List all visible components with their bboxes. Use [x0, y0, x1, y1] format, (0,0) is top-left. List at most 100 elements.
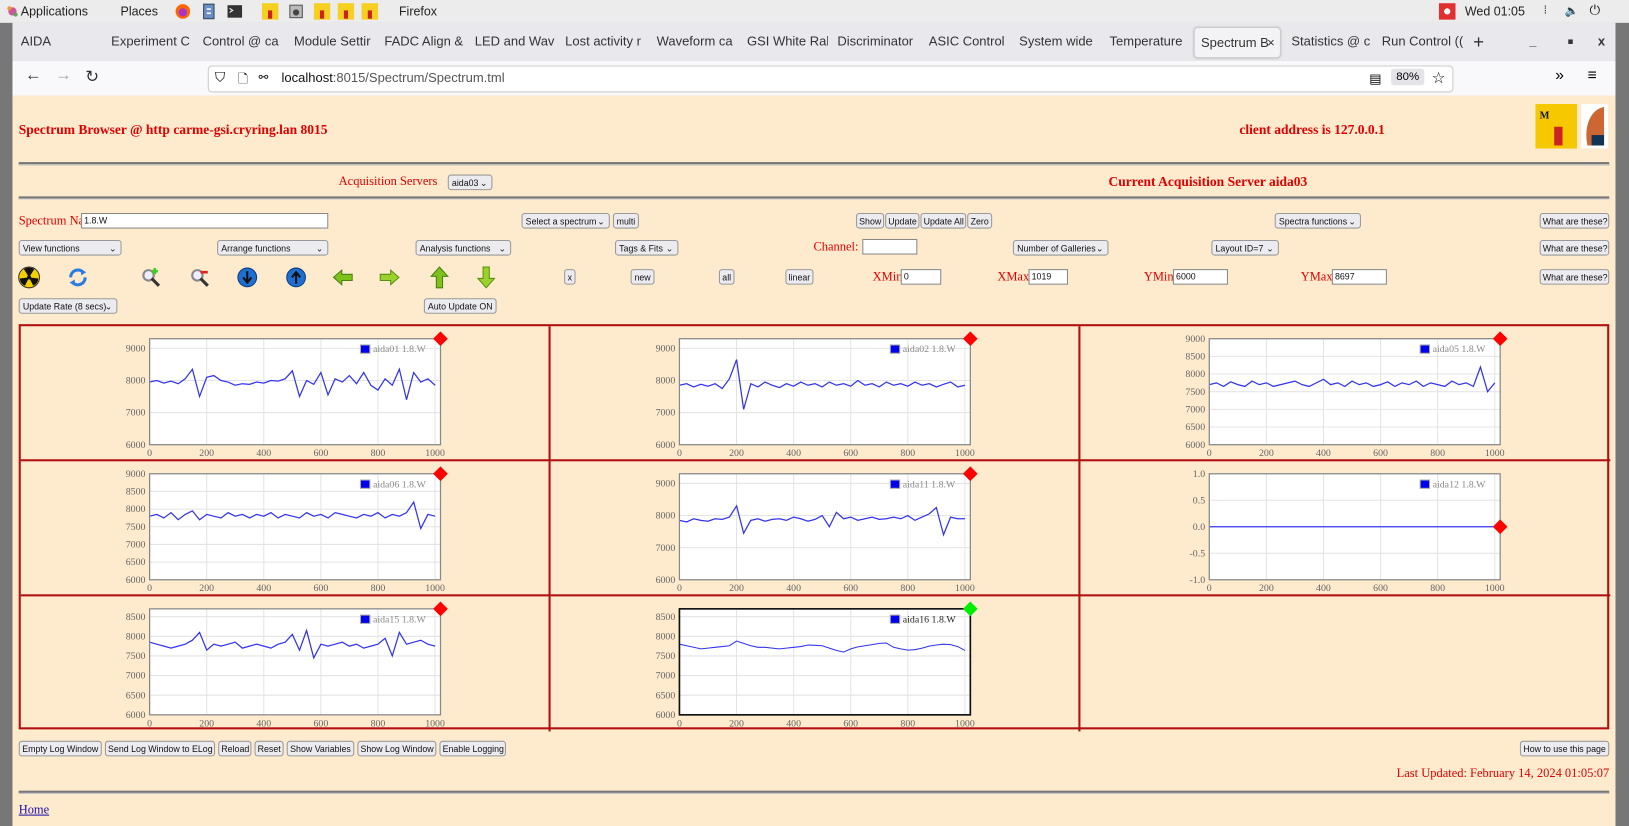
file-manager-icon[interactable] — [201, 3, 218, 20]
spectrum-cell[interactable]: 0 200 400 600 800 1000 6000 6500 7000 7500 8000 850… — [551, 596, 1081, 732]
show-button[interactable]: Show — [856, 212, 885, 229]
midas-launcher-icon[interactable] — [337, 3, 355, 20]
url-text[interactable]: localhost:8015/Spectrum/Spectrum.tml — [282, 71, 505, 86]
what-are-these-button[interactable]: What are these? — [1539, 240, 1610, 256]
zoom-in-icon[interactable] — [139, 266, 162, 289]
scroll-down-icon[interactable] — [236, 266, 259, 289]
back-icon[interactable]: ← — [25, 66, 42, 85]
spectrum-cell[interactable] — [1080, 596, 1610, 731]
midas-launcher-icon[interactable] — [361, 3, 379, 20]
maximize-icon[interactable]: ■ — [1568, 23, 1574, 60]
arrow-right-icon[interactable] — [378, 266, 401, 289]
enable-logging-button[interactable]: Enable Logging — [439, 740, 506, 757]
arrow-left-icon[interactable] — [331, 266, 354, 289]
analysis-functions-dropdown[interactable]: Analysis functions ⌄ — [415, 240, 512, 256]
tab[interactable]: GSI White Ral — [747, 23, 828, 60]
what-are-these-button[interactable]: What are these? — [1539, 212, 1610, 229]
spectrum-name-input[interactable]: 1.8.W — [81, 212, 329, 229]
menu-icon[interactable]: ≡ — [1587, 66, 1596, 84]
close-window-icon[interactable]: x — [1598, 23, 1605, 60]
linear-button[interactable]: linear — [785, 269, 814, 285]
notification-icon[interactable] — [1438, 3, 1456, 20]
terminal-icon[interactable] — [226, 3, 243, 20]
firefox-icon[interactable] — [175, 3, 192, 20]
xmin-input[interactable]: 0 — [900, 269, 942, 285]
page-icon[interactable]: 🗋 — [238, 70, 248, 92]
arrow-up-icon[interactable] — [428, 266, 451, 289]
update-button[interactable]: Update — [885, 212, 920, 229]
show-log-window-button[interactable]: Show Log Window — [357, 740, 437, 757]
update-rate-dropdown[interactable]: Update Rate (8 secs) ⌄ — [18, 298, 118, 314]
select-spectrum-dropdown[interactable]: Select a spectrum ⌄ — [521, 212, 610, 229]
volume-icon[interactable]: 🔈 — [1565, 4, 1579, 17]
tab[interactable]: Statistics @ c — [1291, 23, 1372, 60]
clock[interactable]: Wed 01:05 — [1465, 4, 1525, 19]
url-bar[interactable]: ⛉ 🗋 ⚯ localhost:8015/Spectrum/Spectrum.t… — [207, 65, 1454, 93]
what-are-these-button[interactable]: What are these? — [1539, 269, 1610, 285]
arrow-down-icon[interactable] — [475, 266, 498, 289]
places-menu[interactable]: Places — [121, 4, 158, 19]
spectrum-cell[interactable]: 0 200 400 600 800 1000 6000 6500 7000 7500 8000 850… — [21, 596, 551, 732]
forward-icon[interactable]: → — [55, 66, 72, 85]
spectra-functions-dropdown[interactable]: Spectra functions ⌄ — [1274, 212, 1361, 229]
zero-button[interactable]: Zero — [967, 212, 993, 229]
spectrum-cell[interactable]: 0 200 400 600 800 1000 6000 7000 8000 9000 aida02 … — [550, 326, 1081, 462]
zoom-out-icon[interactable] — [188, 266, 211, 289]
tab[interactable]: Discriminator — [837, 23, 918, 60]
overflow-icon[interactable]: » — [1555, 66, 1564, 84]
ymax-input[interactable]: 8697 — [1331, 269, 1387, 285]
x-button[interactable]: x — [564, 269, 576, 285]
scanner-icon[interactable] — [288, 3, 305, 20]
tab[interactable]: Control @ ca — [203, 23, 284, 60]
close-tab-icon[interactable]: × — [1267, 28, 1275, 57]
applications-menu[interactable]: Applications — [21, 4, 88, 19]
xmax-input[interactable]: 1019 — [1028, 269, 1068, 285]
tab[interactable]: LED and Wav — [475, 23, 556, 60]
tab-aida[interactable]: AIDA — [21, 23, 104, 60]
scroll-up-icon[interactable] — [285, 266, 308, 289]
view-functions-dropdown[interactable]: View functions ⌄ — [18, 240, 122, 256]
bookmark-star-icon[interactable]: ☆ — [1432, 69, 1446, 88]
send-log-to-elog-button[interactable]: Send Log Window to ELog — [104, 740, 216, 757]
midas-launcher-icon[interactable] — [313, 3, 331, 20]
empty-log-window-button[interactable]: Empty Log Window — [18, 740, 102, 757]
tab[interactable]: Run Control (( — [1382, 23, 1463, 60]
network-icon[interactable]: ⁞ — [1544, 4, 1547, 16]
ymin-input[interactable]: 6000 — [1172, 269, 1228, 285]
radiation-icon[interactable] — [18, 266, 41, 289]
tab[interactable]: Lost activity r — [565, 23, 646, 60]
tab[interactable]: Module Settir — [294, 23, 375, 60]
tab[interactable]: Temperature — [1110, 23, 1191, 60]
channel-input[interactable] — [862, 238, 918, 255]
spectrum-cell[interactable]: 0 200 400 600 800 1000 6000 6500 7000 7500 8000 850… — [1080, 326, 1611, 462]
tab[interactable]: FADC Align & — [384, 23, 465, 60]
new-button[interactable]: new — [630, 269, 655, 285]
home-link[interactable]: Home — [19, 802, 49, 818]
how-to-use-button[interactable]: How to use this page — [1519, 740, 1610, 757]
spectrum-cell[interactable]: 0 200 400 600 800 1000 6000 7000 8000 9000 aida11 … — [550, 461, 1081, 597]
spectrum-cell[interactable]: 0 200 400 600 800 1000 6000 6500 7000 7500 8000 850… — [20, 461, 551, 597]
permissions-icon[interactable]: ⚯ — [259, 71, 269, 84]
reload-icon[interactable]: ↻ — [85, 66, 99, 87]
tab-spectrum-browser[interactable]: Spectrum B × — [1193, 27, 1281, 59]
tab[interactable]: Experiment C — [111, 23, 194, 60]
number-of-galleries-dropdown[interactable]: Number of Galleries ⌄ — [1012, 240, 1109, 256]
layout-dropdown[interactable]: Layout ID=7 ⌄ — [1211, 240, 1279, 256]
show-variables-button[interactable]: Show Variables — [286, 740, 355, 757]
minimize-icon[interactable]: _ — [1529, 23, 1536, 60]
shield-icon[interactable]: ⛉ — [215, 70, 225, 87]
reload-button[interactable]: Reload — [218, 740, 252, 757]
spectrum-cell[interactable]: 0 200 400 600 800 1000 -1.0 -0.5 0.0 0.5 1.0 aida12… — [1080, 461, 1611, 597]
midas-launcher-icon[interactable] — [261, 3, 279, 20]
reader-view-icon[interactable]: ▤ — [1369, 71, 1381, 87]
auto-update-button[interactable]: Auto Update ON — [423, 298, 497, 314]
all-button[interactable]: all — [718, 269, 735, 285]
power-icon[interactable]: ⏻ — [1590, 2, 1601, 19]
multi-button[interactable]: multi — [612, 212, 639, 229]
spectrum-cell[interactable]: 0 200 400 600 800 1000 6000 7000 8000 9000 aida01 … — [20, 326, 551, 462]
tab[interactable]: ASIC Control — [929, 23, 1010, 60]
tags-fits-dropdown[interactable]: Tags & Fits ⌄ — [615, 240, 679, 256]
arrange-functions-dropdown[interactable]: Arrange functions ⌄ — [217, 240, 329, 256]
tab[interactable]: Waveform ca — [657, 23, 738, 60]
update-all-button[interactable]: Update All — [920, 212, 967, 229]
